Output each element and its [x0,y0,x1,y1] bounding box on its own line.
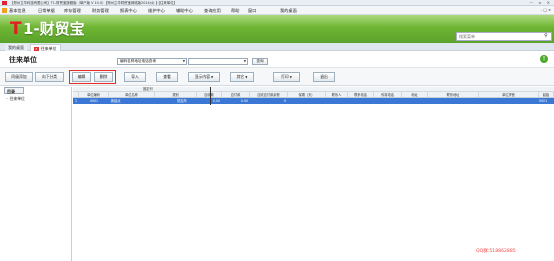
cell-code: 0001 [89,99,99,103]
tree-item-label: 往来单位 [9,96,25,101]
menu-search-box[interactable]: ⚲ [456,32,552,41]
column-splitter[interactable] [210,87,211,105]
menu-item[interactable]: 辅助中心 [176,6,193,15]
menu-item[interactable]: 日常单据 [38,6,55,15]
button-label: 显示内容 [194,74,211,79]
menu-item[interactable]: 库存管理 [64,6,81,15]
menu-item[interactable]: 窗口 [248,6,256,15]
exit-button[interactable]: 退出 [313,72,335,82]
button-label: 查看 [163,74,171,79]
search-input[interactable]: ▼ [188,58,248,65]
chevron-down-icon: ▼ [182,59,185,63]
search-icon[interactable]: ⚲ [542,33,550,40]
table-row[interactable]: 1 0001 新起点 供应商 0.00 0.00 0 0001 [73,98,554,104]
logo-mark: T [10,19,22,39]
menu-icon [2,8,7,13]
button-label: 打印 [281,74,289,79]
tab-desktop[interactable]: 我的桌面 [5,44,27,51]
cell-address [402,98,428,104]
data-grid [73,87,554,261]
page-title: 往来单位 [9,56,37,64]
cell-phone [348,98,374,104]
select-value: 编码名称地址电话查询 [120,59,156,63]
logo-text: 1-财贸宝 [23,20,85,38]
menu-item[interactable]: 维护中心 [148,6,165,15]
view-button[interactable]: 查看 [156,72,178,82]
cell-contact-address [428,98,479,104]
chevron-down-icon: ▼ [245,75,248,79]
menu-item[interactable]: 我的桌面 [280,6,297,15]
import-button[interactable]: 导入 [124,72,146,82]
button-label: 同级添加 [11,74,27,79]
cell-type: 供应商 [177,99,187,103]
menu-item[interactable]: 查询应用 [204,6,221,15]
cell-fax [374,98,402,104]
highlight-box [69,70,116,84]
print-button[interactable]: 打印▼ [273,72,300,82]
help-icon[interactable]: ! [540,55,548,63]
app-icon [2,1,7,5]
tree-item[interactable]: ·· 往来单位 [6,96,25,102]
chevron-down-icon: ▼ [243,59,246,63]
tree-header[interactable]: 目录 [4,87,24,94]
chevron-down-icon: ▼ [289,75,292,79]
display-content-button[interactable]: 显示内容▼ [188,72,220,82]
menu-search-input[interactable] [457,33,539,40]
add-sibling-button[interactable]: 同级添加 [5,72,33,82]
cell-contact [326,98,348,104]
cell-payable: 0.00 [240,99,248,103]
menu-item[interactable]: 报表中心 [120,6,137,15]
menu-item[interactable]: 财务管理 [92,6,109,15]
add-child-button[interactable]: 向下分类 [35,72,64,82]
button-label: 其它 [236,74,245,79]
button-label: 退出 [320,74,328,79]
query-button[interactable]: 查询 [252,58,268,65]
tab-bar [0,43,554,51]
page-header [0,51,554,67]
tab-label: 我的桌面 [8,45,24,50]
button-label: 向下分类 [41,74,58,79]
cell-start: 0001 [539,99,548,103]
search-field-select[interactable]: 编码名称地址电话查询 ▼ [117,58,187,65]
menu-item[interactable]: 基本信息 [9,6,26,15]
tab-contacts[interactable]: × 往来单位 [30,44,61,51]
other-button[interactable]: 其它▼ [230,72,254,82]
cell-pinyin [479,98,539,104]
cell-period [288,98,326,104]
mdi-controls[interactable]: - □ × [541,6,551,15]
category-tree [2,87,72,261]
button-label: 导入 [131,74,139,79]
menu-item[interactable]: 帮助 [231,6,239,15]
chevron-down-icon: ▼ [211,75,214,79]
menu-bar: 基本信息 日常单据 库存管理 财务管理 报表中心 维护中心 辅助中心 查询应用 … [0,6,554,15]
cell-balance: 0 [283,99,286,103]
cell-name: 新起点 [111,99,121,103]
watermark-text: QQ群:518862885 [476,249,516,254]
